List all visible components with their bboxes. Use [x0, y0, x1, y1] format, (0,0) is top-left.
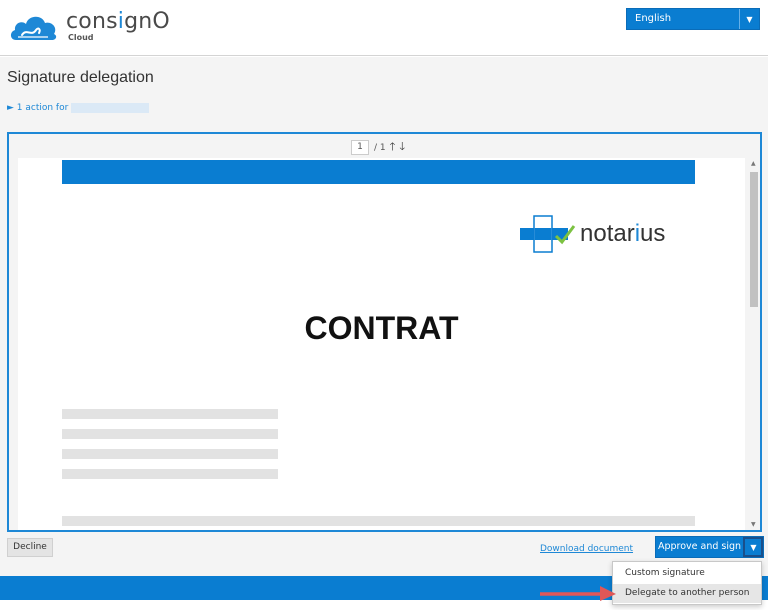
placeholder-text-line — [62, 449, 278, 459]
notarius-mark-icon — [520, 215, 576, 253]
scroll-down-icon[interactable]: ▼ — [751, 521, 756, 528]
app-header: consignO Cloud English ▼ — [0, 0, 768, 56]
approve-options-menu: Custom signature Delegate to another per… — [612, 561, 762, 605]
main-content: Signature delegation ► 1 action for 1 / … — [0, 57, 768, 576]
chevron-down-icon[interactable]: ▼ — [739, 9, 759, 29]
scrollbar-thumb[interactable] — [750, 172, 758, 307]
menu-item-custom-signature[interactable]: Custom signature — [613, 564, 761, 583]
viewer-scrollbar[interactable]: ▲ ▼ — [749, 158, 759, 530]
notarius-wordmark: notarius — [580, 220, 666, 247]
placeholder-text-line — [62, 469, 278, 479]
approve-and-sign-split-button[interactable]: Approve and sign ▼ — [655, 536, 764, 558]
consigno-logo[interactable]: consignO Cloud — [8, 6, 170, 46]
language-select[interactable]: English ▼ — [626, 8, 760, 30]
page-navigator: 1 / 1 🡑 🡓 — [351, 138, 405, 157]
redacted-recipient — [71, 103, 150, 113]
cloud-logo-icon — [10, 16, 57, 40]
notarius-logo: notarius — [520, 214, 665, 254]
document-heading: CONTRAT — [304, 310, 459, 346]
page-number-input[interactable]: 1 — [351, 140, 369, 155]
placeholder-text-line — [62, 409, 278, 419]
decline-button[interactable]: Decline — [7, 538, 53, 557]
arrow-down-icon[interactable]: 🡓 — [399, 138, 405, 157]
page-title: Signature delegation — [7, 69, 154, 86]
arrow-up-icon[interactable]: 🡑 — [390, 138, 396, 157]
page-total: / 1 — [374, 142, 386, 153]
logo-subtitle: Cloud — [68, 32, 94, 42]
document-viewer: 1 / 1 🡑 🡓 notarius CONTRAT ▲ ▼ — [7, 132, 762, 532]
language-label: English — [635, 13, 672, 24]
menu-item-delegate[interactable]: Delegate to another person — [613, 584, 761, 603]
logo-name: consignO — [66, 8, 170, 34]
annotation-arrow-icon — [540, 586, 616, 601]
scroll-up-icon[interactable]: ▲ — [751, 160, 756, 167]
document-page: notarius CONTRAT — [18, 158, 745, 530]
download-document-link[interactable]: Download document — [540, 544, 633, 554]
action-toggle[interactable]: ► 1 action for — [7, 103, 150, 113]
chevron-down-icon[interactable]: ▼ — [743, 537, 763, 557]
approve-and-sign-button[interactable]: Approve and sign — [656, 537, 743, 557]
placeholder-text-line — [62, 429, 278, 439]
placeholder-text-line — [62, 516, 695, 526]
action-text: ► 1 action for — [7, 103, 69, 113]
document-header-bar — [62, 160, 695, 184]
